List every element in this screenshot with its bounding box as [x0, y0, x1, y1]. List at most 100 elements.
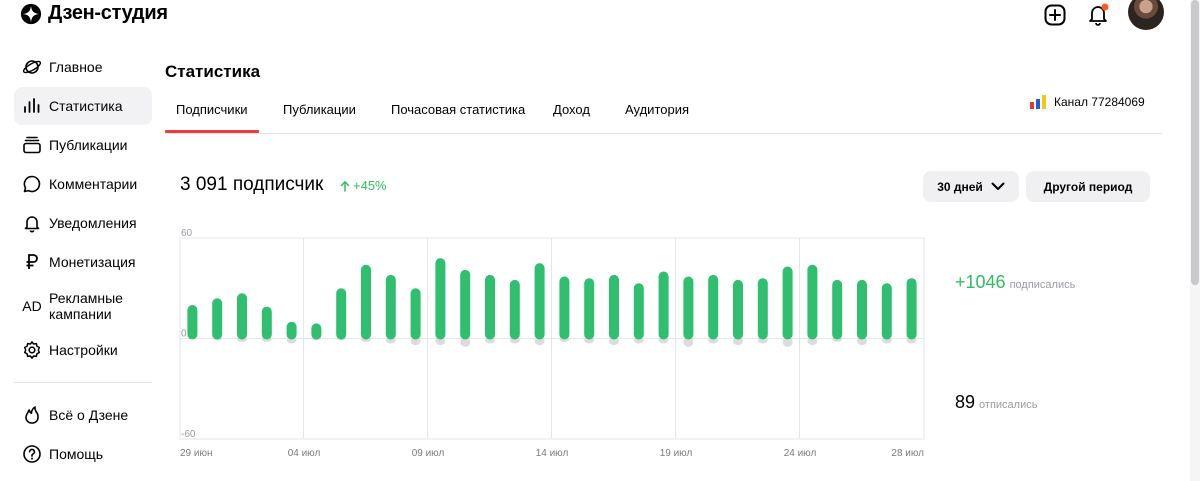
page-scrollbar[interactable] [1190, 0, 1200, 481]
app-title: Дзен-студия [48, 2, 168, 24]
scrollbar-thumb[interactable] [1191, 0, 1199, 285]
positive-bar [609, 274, 619, 340]
growth-badge: +45% [340, 178, 387, 193]
create-button[interactable] [1042, 2, 1068, 28]
sidebar-item-ad-campaigns[interactable]: AD Рекламные кампании [14, 282, 152, 330]
x-tick-label: 29 июн [180, 448, 213, 459]
positive-bar [807, 264, 818, 340]
channel-selector[interactable]: Канал 77284069 [1030, 95, 1145, 109]
period-select[interactable]: 30 дней [923, 171, 1019, 202]
sidebar-item-notifications[interactable]: Уведомления [14, 204, 152, 242]
ad-icon: AD [22, 298, 42, 314]
positive-bar [782, 266, 793, 340]
positive-bar [658, 271, 669, 340]
tab-hourly-stats[interactable]: Почасовая статистика [391, 102, 525, 117]
arrow-up-icon [340, 180, 350, 192]
tab-publications[interactable]: Публикации [283, 102, 356, 117]
unsubscribed-label: отписались [979, 399, 1038, 411]
planet-icon [22, 57, 42, 77]
positive-bar [385, 274, 396, 340]
x-tick-label: 09 июл [412, 448, 445, 459]
subscribed-label: подписались [1009, 279, 1076, 291]
logo[interactable]: Дзен-студия [20, 2, 168, 25]
bell-icon [1089, 3, 1109, 26]
tab-subscribers[interactable]: Подписчики [165, 102, 258, 133]
positive-bar [286, 321, 297, 340]
x-tick-label: 24 июл [784, 448, 817, 459]
positive-bar [832, 279, 843, 340]
growth-value: +45% [353, 178, 387, 193]
sidebar-item-comments[interactable]: Комментарии [14, 165, 152, 203]
positive-bar [534, 263, 545, 340]
positive-bar [237, 293, 247, 340]
positive-bar [857, 279, 867, 340]
positive-bar [336, 288, 347, 340]
gear-icon [22, 340, 42, 360]
bell-icon [22, 213, 42, 233]
subscribed-stat: +1046 подписались [955, 272, 1075, 293]
channel-chart-icon [1030, 95, 1046, 109]
custom-period-button[interactable]: Другой период [1026, 171, 1150, 202]
top-bar: Дзен-студия [0, 0, 1190, 30]
sidebar-item-label: Уведомления [49, 215, 137, 231]
positive-bar [460, 269, 471, 340]
positive-bar [410, 288, 421, 340]
x-tick-label: 28 июл [891, 448, 924, 459]
x-tick-label: 14 июл [536, 448, 569, 459]
positive-bar [683, 276, 694, 340]
sidebar-item-settings[interactable]: Настройки [14, 331, 152, 369]
ruble-icon [22, 252, 42, 272]
positive-bar [509, 279, 520, 340]
sidebar-item-label: Публикации [49, 137, 128, 153]
tab-audience[interactable]: Аудитория [625, 102, 689, 117]
stack-icon [22, 135, 42, 155]
help-icon [22, 444, 42, 464]
sidebar-item-label: Монетизация [49, 254, 136, 270]
positive-bar [559, 276, 570, 340]
unsubscribed-value: 89 [955, 392, 976, 412]
stats-tabs: Подписчики Публикации Почасовая статисти… [165, 96, 1162, 134]
positive-bar [187, 305, 198, 340]
positive-bar [906, 278, 917, 340]
y-tick-label: 0 [181, 329, 187, 340]
zen-logo-icon [20, 3, 42, 24]
positive-bar [733, 279, 743, 340]
positive-bar [584, 278, 595, 340]
positive-bar [435, 258, 446, 340]
chevron-down-icon [991, 182, 1005, 190]
positive-bar [881, 283, 892, 340]
page-title: Статистика [165, 62, 261, 81]
positive-bar [261, 306, 272, 340]
subscribers-chart: 60 0 -60 29 июн 04 июл 09 июл 14 июл 19 июл 24 и… [176, 226, 928, 466]
sidebar-divider [14, 382, 152, 383]
sidebar-item-statistics[interactable]: Статистика [14, 87, 152, 125]
positive-bar [361, 264, 371, 340]
positive-bar [708, 274, 719, 340]
period-select-label: 30 дней [937, 179, 983, 194]
x-tick-label: 04 июл [288, 448, 321, 459]
positive-bar [757, 278, 768, 340]
sidebar-item-monetization[interactable]: Монетизация [14, 243, 152, 281]
notifications-button[interactable] [1085, 2, 1111, 28]
x-tick-label: 19 июл [660, 448, 693, 459]
sidebar-item-help[interactable]: Помощь [14, 435, 152, 473]
tab-income[interactable]: Доход [553, 102, 590, 117]
channel-name: Канал 77284069 [1054, 95, 1145, 109]
plus-square-icon [1044, 4, 1066, 26]
sidebar-item-label: Рекламные кампании [49, 290, 123, 322]
sidebar-item-publications[interactable]: Публикации [14, 126, 152, 164]
comment-icon [22, 174, 42, 194]
sidebar-item-label: Комментарии [49, 176, 138, 192]
positive-bar [633, 283, 644, 340]
positive-bar [311, 323, 322, 340]
sidebar-item-main[interactable]: Главное [14, 48, 152, 86]
sidebar-item-label: Настройки [49, 342, 118, 358]
sidebar-item-about-zen[interactable]: Всё о Дзене [14, 396, 152, 434]
user-avatar[interactable] [1128, 0, 1164, 30]
y-tick-label: 60 [181, 228, 193, 239]
unsubscribed-stat: 89 отписались [955, 392, 1037, 413]
sidebar-item-label: Главное [49, 59, 103, 75]
positive-bar [485, 274, 495, 340]
bars-icon [22, 96, 42, 116]
sidebar-item-label: Статистика [49, 98, 123, 114]
